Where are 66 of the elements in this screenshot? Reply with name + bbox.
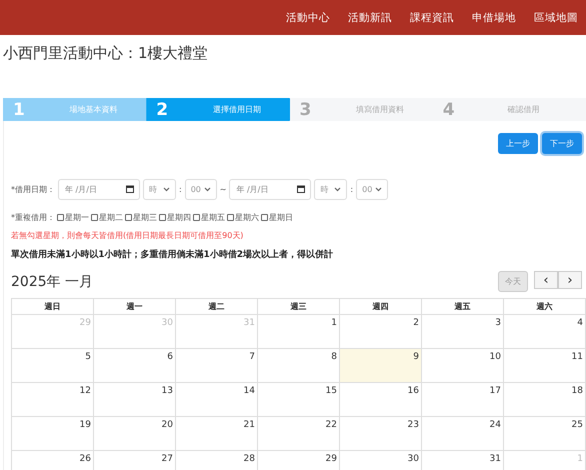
- step-number: 4: [442, 100, 456, 120]
- weekday-checkbox[interactable]: 星期一: [57, 212, 89, 223]
- date-field[interactable]: 年 /月/日: [229, 179, 312, 200]
- weekday-checkbox[interactable]: 星期二: [91, 212, 123, 223]
- day-cell[interactable]: 18: [504, 383, 586, 417]
- day-cell[interactable]: 9: [340, 349, 422, 383]
- day-cell[interactable]: 5: [12, 349, 94, 383]
- day-cell[interactable]: 17: [422, 383, 504, 417]
- page-title: 小西門里活動中心：1樓大禮堂: [3, 44, 209, 63]
- day-cell[interactable]: 19: [12, 417, 94, 451]
- day-cell[interactable]: 3: [422, 315, 504, 349]
- calendar-icon[interactable]: [297, 185, 306, 193]
- day-cell[interactable]: 12: [12, 383, 94, 417]
- day-cell[interactable]: 8: [258, 349, 340, 383]
- step-label: 確認借用: [506, 104, 540, 115]
- next-month-button[interactable]: ›: [558, 271, 582, 289]
- step-label: 場地基本資料: [68, 104, 119, 115]
- day-cell[interactable]: 15: [258, 383, 340, 417]
- weekday-checkbox[interactable]: 星期四: [159, 212, 191, 223]
- step-label: 選擇借用日期: [212, 104, 262, 115]
- nav-link[interactable]: 課程資訊: [410, 10, 454, 24]
- day-cell[interactable]: 23: [340, 417, 422, 451]
- chevron-down-icon: [334, 187, 342, 192]
- weekday-checkbox[interactable]: 星期日: [261, 212, 293, 223]
- field-label: *重複借用：: [11, 212, 55, 223]
- weekday-checkbox[interactable]: 星期六: [227, 212, 259, 223]
- field-label: *借用日期：: [11, 184, 55, 195]
- chevron-down-icon: [204, 187, 211, 192]
- day-cell[interactable]: 20: [94, 417, 176, 451]
- day-cell[interactable]: 25: [504, 417, 586, 451]
- day-cell[interactable]: 22: [258, 417, 340, 451]
- warning-text: 若無勾選星期，則會每天皆借用(借用日期最長日期可借用至90天): [11, 230, 244, 241]
- day-cell[interactable]: 6: [94, 349, 176, 383]
- day-cell[interactable]: 2: [340, 315, 422, 349]
- nav-link[interactable]: 活動新訊: [348, 10, 392, 24]
- nav-link[interactable]: 區域地圖: [534, 10, 578, 24]
- step-number: 2: [156, 100, 170, 120]
- colon-text: :: [179, 185, 182, 194]
- day-cell[interactable]: 11: [504, 349, 586, 383]
- date-field[interactable]: 年 /月/日: [58, 179, 140, 200]
- chevron-down-icon: [375, 187, 382, 192]
- day-cell[interactable]: 1: [258, 315, 340, 349]
- step-button[interactable]: 上一步: [498, 133, 538, 154]
- day-cell[interactable]: 14: [176, 383, 258, 417]
- day-cell[interactable]: 21: [176, 417, 258, 451]
- calendar-icon[interactable]: [126, 185, 134, 193]
- day-cell[interactable]: 24: [422, 417, 504, 451]
- chevron-down-icon: [163, 187, 170, 192]
- nav-link[interactable]: 申借場地: [472, 10, 516, 24]
- calendar-title: 2025年 一月: [11, 272, 94, 290]
- nav-link[interactable]: 活動中心: [286, 10, 330, 24]
- rule-text: 單次借用未滿1小時以1小時計；多重借用倘未滿1小時借2場次以上者，得以併計: [11, 248, 334, 261]
- day-cell[interactable]: 7: [176, 349, 258, 383]
- colon-text: :: [350, 185, 354, 194]
- prev-month-button[interactable]: ‹: [534, 271, 558, 289]
- day-cell[interactable]: 4: [504, 315, 586, 349]
- step-button[interactable]: 下一步: [542, 133, 582, 154]
- day-cell[interactable]: 13: [94, 383, 176, 417]
- weekday-checkbox[interactable]: 星期三: [125, 212, 157, 223]
- step-label: 填寫借用資料: [355, 104, 406, 115]
- range-separator: ~: [220, 185, 226, 194]
- weekday-checkbox[interactable]: 星期五: [193, 212, 225, 223]
- day-cell[interactable]: 10: [422, 349, 504, 383]
- step-number: 3: [300, 100, 312, 120]
- step-number: 1: [13, 100, 26, 120]
- day-cell[interactable]: 16: [340, 383, 422, 417]
